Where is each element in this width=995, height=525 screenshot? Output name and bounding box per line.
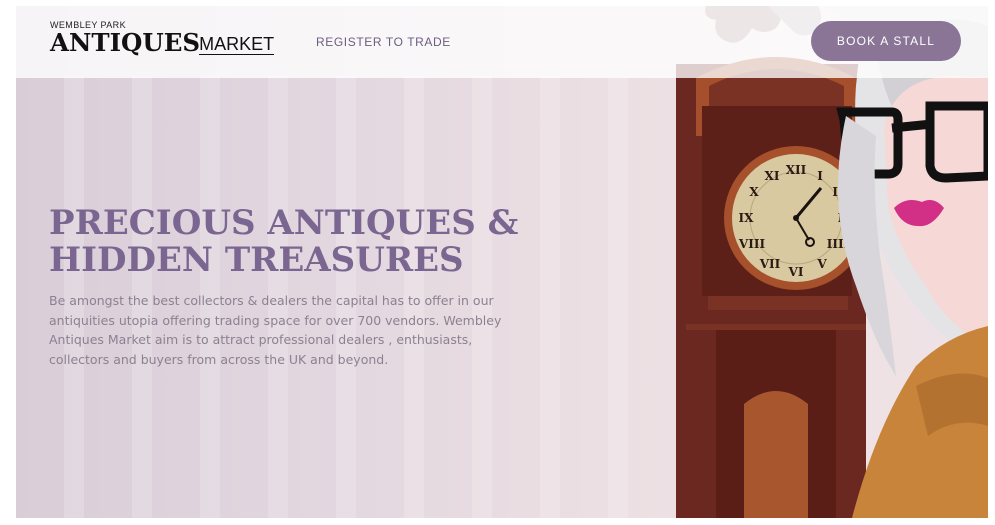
hair-front bbox=[838, 116, 896, 376]
clock-face-icon: XII I II III IIII V VI VII VIII IX X XI bbox=[724, 146, 868, 290]
svg-text:I: I bbox=[817, 169, 823, 183]
logo-market-text: MARKET bbox=[199, 34, 275, 55]
face bbox=[884, 76, 988, 346]
svg-text:X: X bbox=[749, 185, 759, 199]
glasses-icon bbox=[836, 101, 988, 183]
svg-text:II: II bbox=[832, 185, 844, 199]
hero-title-line-1: PRECIOUS ANTIQUES & bbox=[49, 203, 519, 243]
svg-text:VIII: VIII bbox=[738, 237, 766, 251]
hero-description: Be amongst the best collectors & dealers… bbox=[49, 293, 502, 367]
book-a-stall-button[interactable]: BOOK A STALL bbox=[811, 21, 961, 61]
svg-text:VI: VI bbox=[788, 265, 804, 279]
landing-page: XII I II III IIII V VI VII VIII IX X XI bbox=[16, 6, 988, 518]
browser-frame: XII I II III IIII V VI VII VIII IX X XI bbox=[0, 0, 995, 525]
svg-text:IIII: IIII bbox=[827, 237, 850, 251]
clock-case bbox=[676, 64, 866, 518]
svg-text:XI: XI bbox=[765, 169, 780, 183]
site-logo[interactable]: WEMBLEY PARK ANTIQUES MARKET bbox=[50, 20, 275, 57]
svg-text:III: III bbox=[838, 211, 855, 225]
lips-icon bbox=[894, 200, 944, 227]
logo-antiques-text: ANTIQUES bbox=[50, 28, 201, 57]
hero-title-line-2: HIDDEN TREASURES bbox=[49, 240, 464, 280]
coat bbox=[852, 326, 988, 518]
register-to-trade-link[interactable]: REGISTER TO TRADE bbox=[316, 35, 451, 49]
svg-text:IX: IX bbox=[739, 211, 755, 225]
site-header: WEMBLEY PARK ANTIQUES MARKET REGISTER TO… bbox=[16, 6, 988, 78]
svg-text:V: V bbox=[816, 257, 827, 271]
hero-title: PRECIOUS ANTIQUES & HIDDEN TREASURES bbox=[49, 205, 569, 279]
svg-text:VII: VII bbox=[759, 257, 781, 271]
svg-text:XII: XII bbox=[786, 163, 807, 177]
